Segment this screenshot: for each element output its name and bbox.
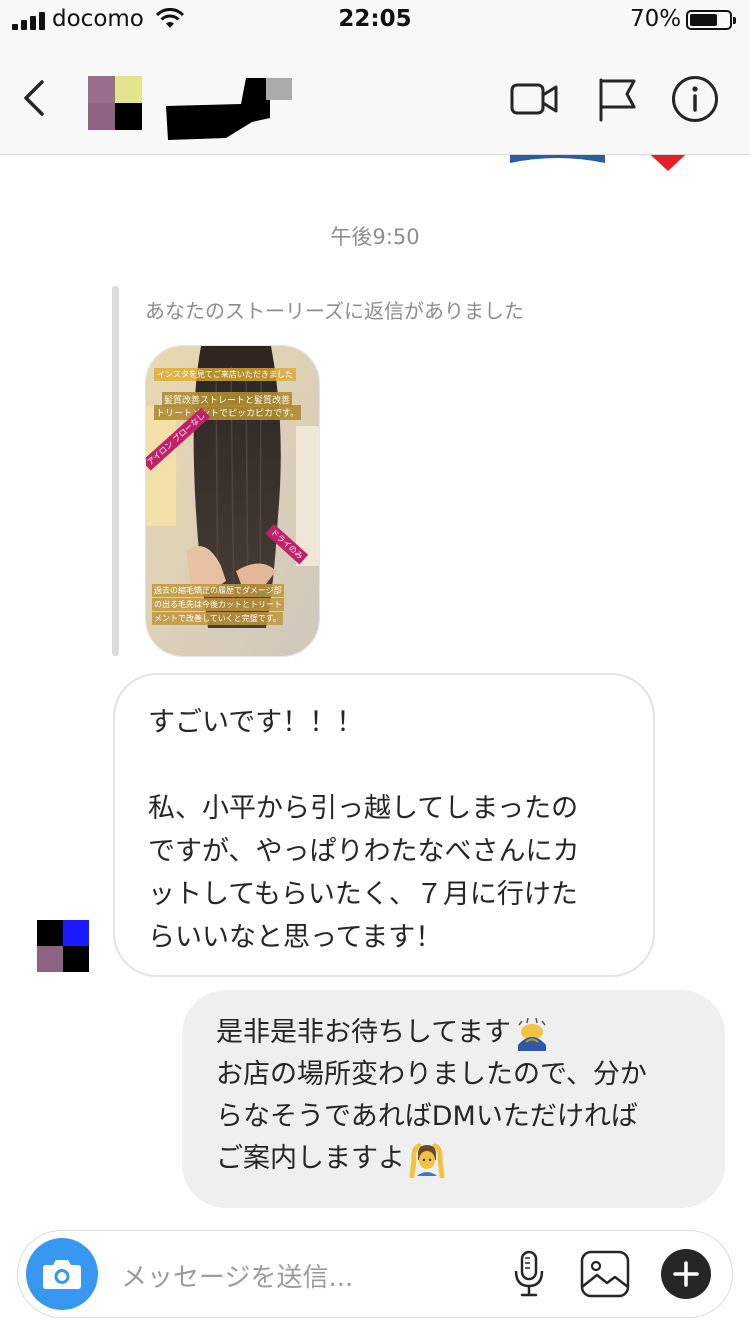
message-line: すごいです！！！ <box>148 707 364 738</box>
message-timestamp: 午後9:50 <box>330 225 420 249</box>
camera-icon <box>43 1260 81 1289</box>
story-reply-caption: あなたのストーリーズに返信がありました <box>145 299 524 323</box>
chat-header <box>0 40 750 155</box>
video-call-button[interactable] <box>509 74 559 124</box>
story-reply-indicator <box>112 286 119 656</box>
battery-percent: 70% <box>630 6 682 32</box>
camera-button[interactable] <box>26 1238 98 1310</box>
bowing-person-emoji <box>517 1017 546 1051</box>
back-button[interactable] <box>18 78 54 118</box>
message-line: らなそうであればDMいただければ <box>216 1101 638 1132</box>
incoming-message-bubble[interactable]: すごいです！！！ 私、小平から引っ越してしまったの ですが、やっぱりわたなべさん… <box>113 673 655 977</box>
status-bar: docomo 22:05 70% <box>0 0 750 40</box>
heart-icon <box>650 155 686 171</box>
story-caption-bottom-3: メントで改善していくと完璧です。 <box>152 612 283 625</box>
message-line: ットしてもらいたく、７月に行けた <box>148 879 578 910</box>
bowing-person-emoji <box>510 155 605 180</box>
story-thumbnail[interactable]: インスタを見てご来店いただきました 髪質改善ストレートと髪質改善 トリートメント… <box>145 345 320 657</box>
story-caption-bottom-1: 過去の縮毛矯正の履歴でダメージ部 <box>152 584 284 597</box>
message-line: らいいなと思ってます！ <box>148 922 443 953</box>
flag-button[interactable] <box>592 74 642 124</box>
message-input[interactable]: メッセージを送信... <box>121 1257 353 1294</box>
message-line: ご案内しますよ <box>216 1143 405 1174</box>
message-thread[interactable]: 午後9:50 あなたのストーリーズに返信がありました インスタを見てご来店いただ… <box>0 155 750 1225</box>
message-line: ですが、やっぱりわたなべさんにカ <box>148 836 580 867</box>
story-caption-bottom-2: の出る毛先は今後カットとトリート <box>152 598 284 611</box>
sender-avatar[interactable] <box>37 920 89 972</box>
contact-avatar[interactable] <box>88 76 142 130</box>
outgoing-message-bubble[interactable]: 是非是非お待ちしてます お店の場所変わりましたので、分か らなそうであればDMい… <box>182 990 725 1208</box>
story-caption-main-2: トリートメントでピッカピカです。 <box>154 405 302 420</box>
message-line: 是非是非お待ちしてます <box>216 1017 511 1048</box>
message-line: お店の場所変わりましたので、分か <box>216 1059 647 1090</box>
info-button[interactable] <box>670 74 720 124</box>
battery-fill <box>690 14 717 26</box>
gallery-button[interactable] <box>579 1249 631 1299</box>
plus-icon <box>673 1261 699 1287</box>
message-line: 私、小平から引っ越してしまったの <box>148 793 579 824</box>
story-caption-top: インスタを見てご来店いただきました <box>154 368 296 381</box>
microphone-button[interactable] <box>512 1249 546 1299</box>
more-options-button[interactable] <box>661 1249 711 1299</box>
battery-icon <box>686 10 736 30</box>
ok-gesture-person-emoji <box>409 1143 445 1178</box>
contact-name-redacted[interactable] <box>166 78 292 140</box>
message-composer: メッセージを送信... <box>17 1230 733 1318</box>
